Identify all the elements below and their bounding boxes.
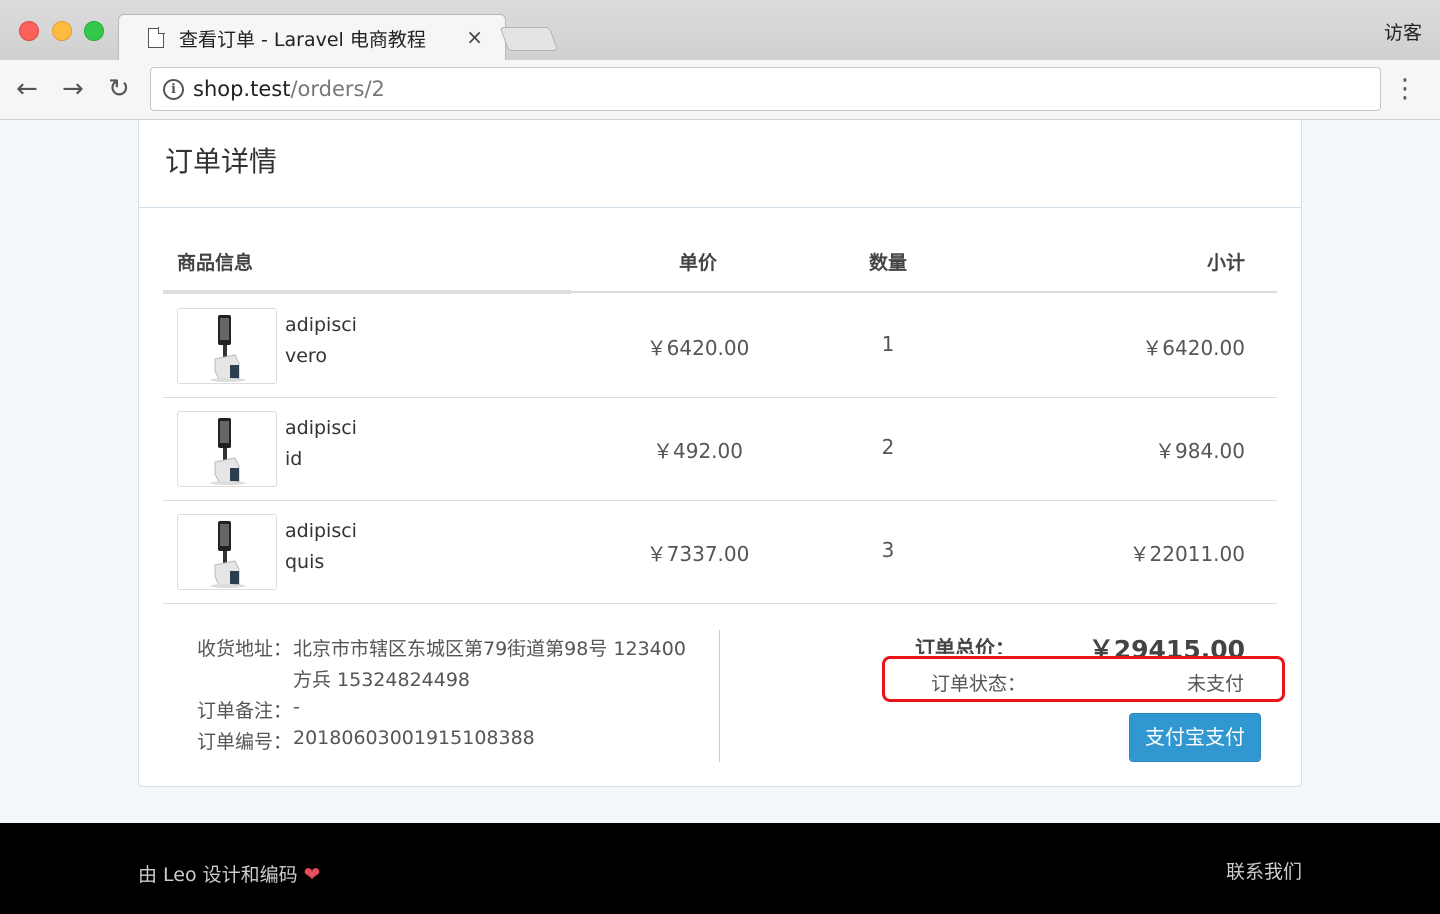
remark-value: - — [293, 696, 300, 718]
header-subtotal: 小计 — [1206, 252, 1245, 274]
unit-price: ￥6420.00 — [646, 336, 750, 360]
header-quantity: 数量 — [869, 252, 908, 274]
product-name[interactable]: adipisci quis — [285, 516, 357, 578]
address-line1: 北京市市辖区东城区第79街道第98号 123400 — [293, 638, 686, 660]
product-name-line1: adipisci — [285, 314, 357, 336]
alipay-pay-button[interactable]: 支付宝支付 — [1129, 713, 1261, 762]
table-row: adipisci vero ￥6420.00 1 ￥6420.00 — [163, 294, 1277, 398]
order-number-label: 订单编号： — [197, 731, 293, 753]
heart-icon: ❤ — [303, 862, 321, 886]
product-name-line1: adipisci — [285, 520, 357, 542]
order-number-value: 20180603001915108388 — [293, 727, 535, 749]
order-total-label: 订单总价： — [915, 636, 1015, 654]
table-row: adipisci id ￥492.00 2 ￥984.00 — [163, 397, 1277, 501]
unit-price: ￥7337.00 — [646, 542, 750, 566]
subtotal: ￥22011.00 — [1129, 542, 1245, 566]
product-name-line2: quis — [285, 551, 325, 573]
subtotal: ￥6420.00 — [1142, 336, 1245, 360]
quantity: 1 — [881, 332, 895, 356]
browser-toolbar: ← → ↻ i shop.test/orders/2 ⋮ — [0, 60, 1440, 120]
page-footer: 由 Leo 设计和编码 ❤ 联系我们 — [0, 823, 1440, 914]
footer-credit-text: 由 Leo 设计和编码 — [138, 864, 298, 886]
product-name-line2: vero — [285, 345, 327, 367]
quantity: 3 — [881, 538, 895, 562]
profile-button[interactable]: 访客 — [1384, 18, 1422, 45]
header-unit-price: 单价 — [679, 252, 718, 274]
product-name[interactable]: adipisci id — [285, 413, 357, 475]
url-host: shop.test — [193, 77, 291, 101]
back-arrow-icon[interactable]: ← — [16, 74, 38, 104]
info-divider — [719, 630, 720, 762]
address-bar[interactable]: i shop.test/orders/2 — [150, 67, 1381, 111]
product-image[interactable] — [177, 514, 277, 590]
subtotal: ￥984.00 — [1155, 439, 1245, 463]
forward-arrow-icon[interactable]: → — [62, 74, 84, 104]
header-product-info: 商品信息 — [177, 252, 254, 274]
contact-us-link[interactable]: 联系我们 — [1226, 857, 1302, 884]
url-text[interactable]: shop.test/orders/2 — [193, 77, 385, 101]
table-row: adipisci quis ￥7337.00 3 ￥22011.00 — [163, 500, 1277, 604]
footer-credit: 由 Leo 设计和编码 ❤ — [138, 860, 320, 887]
new-tab-button[interactable] — [499, 27, 559, 51]
more-menu-icon[interactable]: ⋮ — [1392, 74, 1418, 104]
url-path: /orders/2 — [290, 77, 385, 101]
page-title: 订单详情 — [165, 145, 278, 178]
product-name-line2: id — [285, 448, 303, 470]
product-name-line1: adipisci — [285, 417, 357, 439]
info-icon[interactable]: i — [163, 79, 184, 100]
product-image[interactable] — [177, 411, 277, 487]
order-status-value: 未支付 — [1186, 673, 1244, 695]
remark-label: 订单备注： — [197, 700, 293, 722]
panel-heading: 订单详情 — [139, 120, 1301, 208]
order-status-label: 订单状态： — [931, 673, 1027, 695]
browser-tab[interactable]: 查看订单 - Laravel 电商教程 × — [118, 14, 506, 60]
product-image[interactable] — [177, 308, 277, 384]
reload-icon[interactable]: ↻ — [108, 74, 130, 104]
minimize-window-button[interactable] — [52, 21, 72, 41]
close-window-button[interactable] — [19, 21, 39, 41]
order-total-value: ￥29415.00 — [1088, 635, 1245, 656]
product-name[interactable]: adipisci vero — [285, 310, 357, 372]
unit-price: ￥492.00 — [653, 439, 743, 463]
tab-close-icon[interactable]: × — [466, 25, 483, 49]
browser-titlebar: 查看订单 - Laravel 电商教程 × 访客 — [0, 0, 1440, 60]
tab-title: 查看订单 - Laravel 电商教程 — [179, 29, 426, 51]
page-icon — [148, 28, 164, 48]
maximize-window-button[interactable] — [84, 21, 104, 41]
address-line2: 方兵 15324824498 — [293, 669, 471, 691]
quantity: 2 — [881, 435, 895, 459]
order-panel: 订单详情 商品信息 单价 数量 小计 adipisci vero ￥6420.0… — [138, 120, 1302, 787]
address-label: 收货地址： — [197, 638, 293, 660]
